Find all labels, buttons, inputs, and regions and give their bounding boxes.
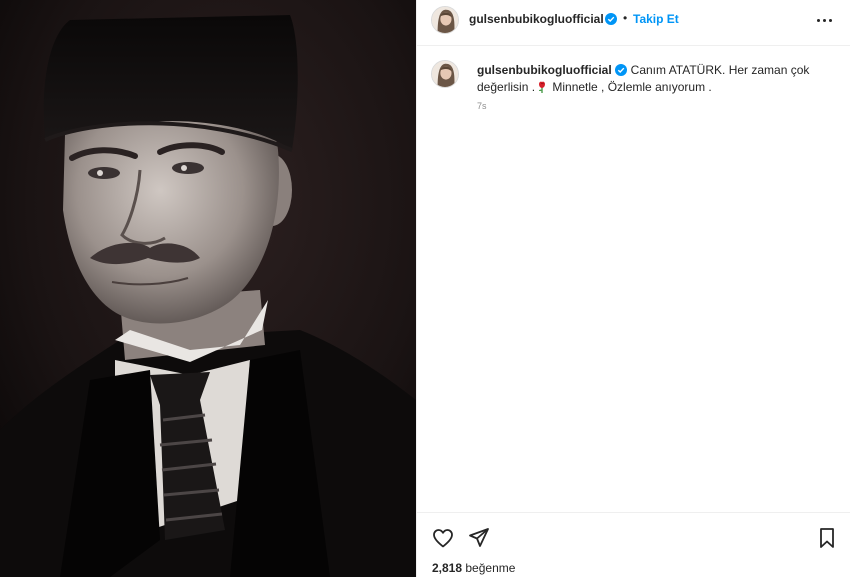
more-dot (823, 19, 826, 22)
more-dot (817, 19, 820, 22)
verified-badge-icon (614, 64, 627, 76)
post-side-panel: gulsenbubikogluofficial • Takip Et gulse… (416, 0, 850, 577)
post-header: gulsenbubikogluofficial • Takip Et (417, 0, 850, 46)
heart-icon[interactable] (431, 526, 455, 550)
likes-count[interactable]: 2,818 beğenme (432, 561, 515, 575)
portrait-photo (0, 0, 416, 577)
likes-number: 2,818 (432, 561, 463, 575)
avatar-image (432, 7, 458, 33)
likes-label: beğenme (465, 561, 516, 575)
paper-plane-icon[interactable] (467, 526, 491, 550)
header-username[interactable]: gulsenbubikogluofficial (469, 12, 604, 26)
follow-button[interactable]: Takip Et (633, 12, 679, 26)
caption-avatar[interactable] (431, 60, 459, 88)
post-timestamp: 7s (477, 101, 487, 111)
verified-badge-icon (605, 13, 617, 25)
header-separator: • (623, 11, 628, 25)
rose-emoji-icon (539, 81, 546, 93)
post-image[interactable] (0, 0, 416, 577)
post-caption: gulsenbubikogluofficial Canım ATATÜRK. He… (477, 62, 827, 96)
avatar[interactable] (431, 6, 459, 34)
post-actions: 2,818 beğenme (417, 512, 850, 577)
caption-username[interactable]: gulsenbubikogluofficial (477, 63, 612, 77)
avatar-image (432, 61, 458, 87)
more-options-icon[interactable] (815, 12, 835, 28)
instagram-post: gulsenbubikogluofficial • Takip Et gulse… (0, 0, 850, 577)
bookmark-icon[interactable] (815, 526, 839, 550)
more-dot (829, 19, 832, 22)
caption-text-part2: Minnetle , Özlemle anıyorum . (549, 80, 712, 94)
